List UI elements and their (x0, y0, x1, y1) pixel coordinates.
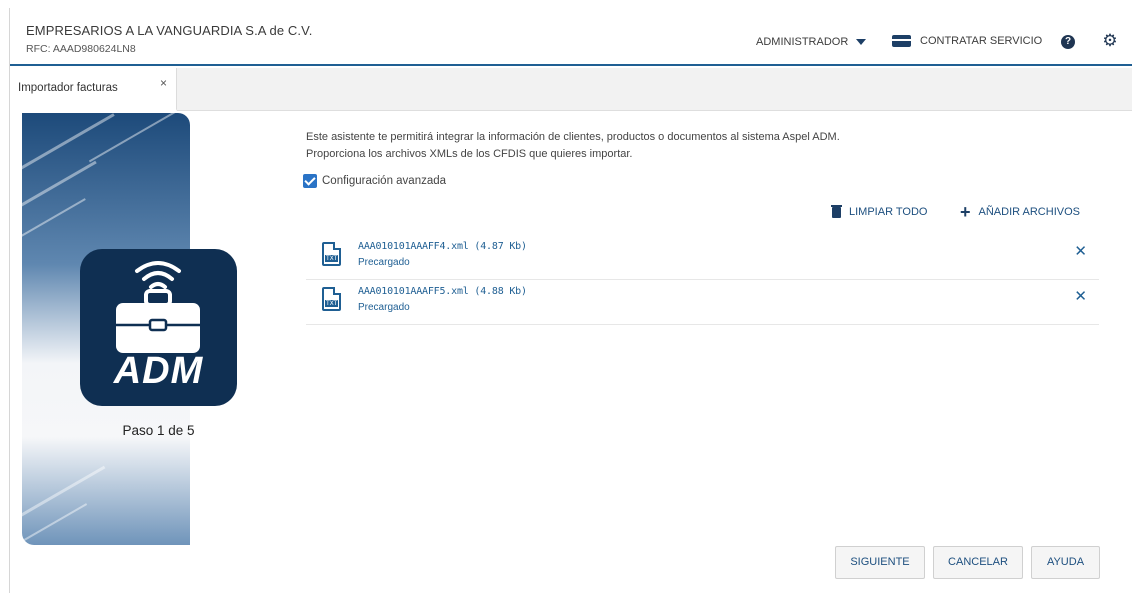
cancel-button[interactable]: CANCELAR (933, 546, 1023, 579)
credit-card-icon (892, 35, 911, 47)
file-name: AAA010101AAAFF4.xml (4.87 Kb) (358, 241, 527, 252)
intro-text: Este asistente te permitirá integrar la … (306, 131, 840, 143)
advanced-config-checkbox[interactable]: Configuración avanzada (303, 174, 446, 188)
clear-all-label: LIMPIAR TODO (849, 206, 928, 218)
file-list-item: TXT AAA010101AAAFF4.xml (4.87 Kb) Precar… (306, 236, 1099, 280)
next-button[interactable]: SIGUIENTE (835, 546, 925, 579)
tab-importador-facturas[interactable]: Importador facturas × (10, 68, 177, 111)
question-circle-icon[interactable]: ? (1061, 35, 1075, 49)
checkbox-checked-icon[interactable] (303, 174, 317, 188)
adm-app-logo: ADM (80, 249, 237, 406)
company-name: EMPRESARIOS A LA VANGUARDIA S.A de C.V. (26, 23, 313, 38)
file-name: AAA010101AAAFF5.xml (4.88 Kb) (358, 286, 527, 297)
file-list-item: TXT AAA010101AAAFF5.xml (4.88 Kb) Precar… (306, 281, 1099, 325)
contract-service-button[interactable]: CONTRATAR SERVICIO (892, 35, 1042, 47)
add-files-button[interactable]: + AÑADIR ARCHIVOS (960, 202, 1080, 222)
tab-label: Importador facturas (18, 82, 118, 94)
user-menu[interactable]: ADMINISTRADOR (756, 36, 867, 48)
remove-file-icon[interactable]: ✕ (1074, 242, 1087, 260)
txt-file-icon: TXT (322, 287, 341, 311)
user-menu-label: ADMINISTRADOR (756, 36, 849, 48)
file-status: Precargado (358, 257, 410, 268)
clear-all-button[interactable]: LIMPIAR TODO (831, 204, 928, 218)
intro-text-secondary: Proporciona los archivos XMLs de los CFD… (306, 148, 633, 160)
company-rfc: RFC: AAAD980624LN8 (26, 43, 136, 55)
help-button[interactable]: AYUDA (1031, 546, 1100, 579)
txt-file-icon: TXT (322, 242, 341, 266)
file-status: Precargado (358, 302, 410, 313)
caret-down-icon (856, 39, 867, 45)
trash-icon (831, 204, 842, 218)
app-window: EMPRESARIOS A LA VANGUARDIA S.A de C.V. … (9, 8, 1132, 593)
step-indicator: Paso 1 de 5 (122, 423, 195, 438)
app-header: EMPRESARIOS A LA VANGUARDIA S.A de C.V. … (10, 8, 1132, 66)
tab-bar: Importador facturas × (10, 68, 1132, 111)
briefcase-wifi-icon (116, 261, 200, 353)
remove-file-icon[interactable]: ✕ (1074, 287, 1087, 305)
logo-text: ADM (113, 350, 204, 392)
plus-icon: + (960, 202, 971, 222)
contract-service-label: CONTRATAR SERVICIO (920, 35, 1043, 47)
gear-icon[interactable]: ⚙ (1102, 32, 1118, 49)
advanced-config-label: Configuración avanzada (322, 175, 447, 187)
add-files-label: AÑADIR ARCHIVOS (978, 206, 1080, 218)
close-icon[interactable]: × (160, 76, 167, 90)
